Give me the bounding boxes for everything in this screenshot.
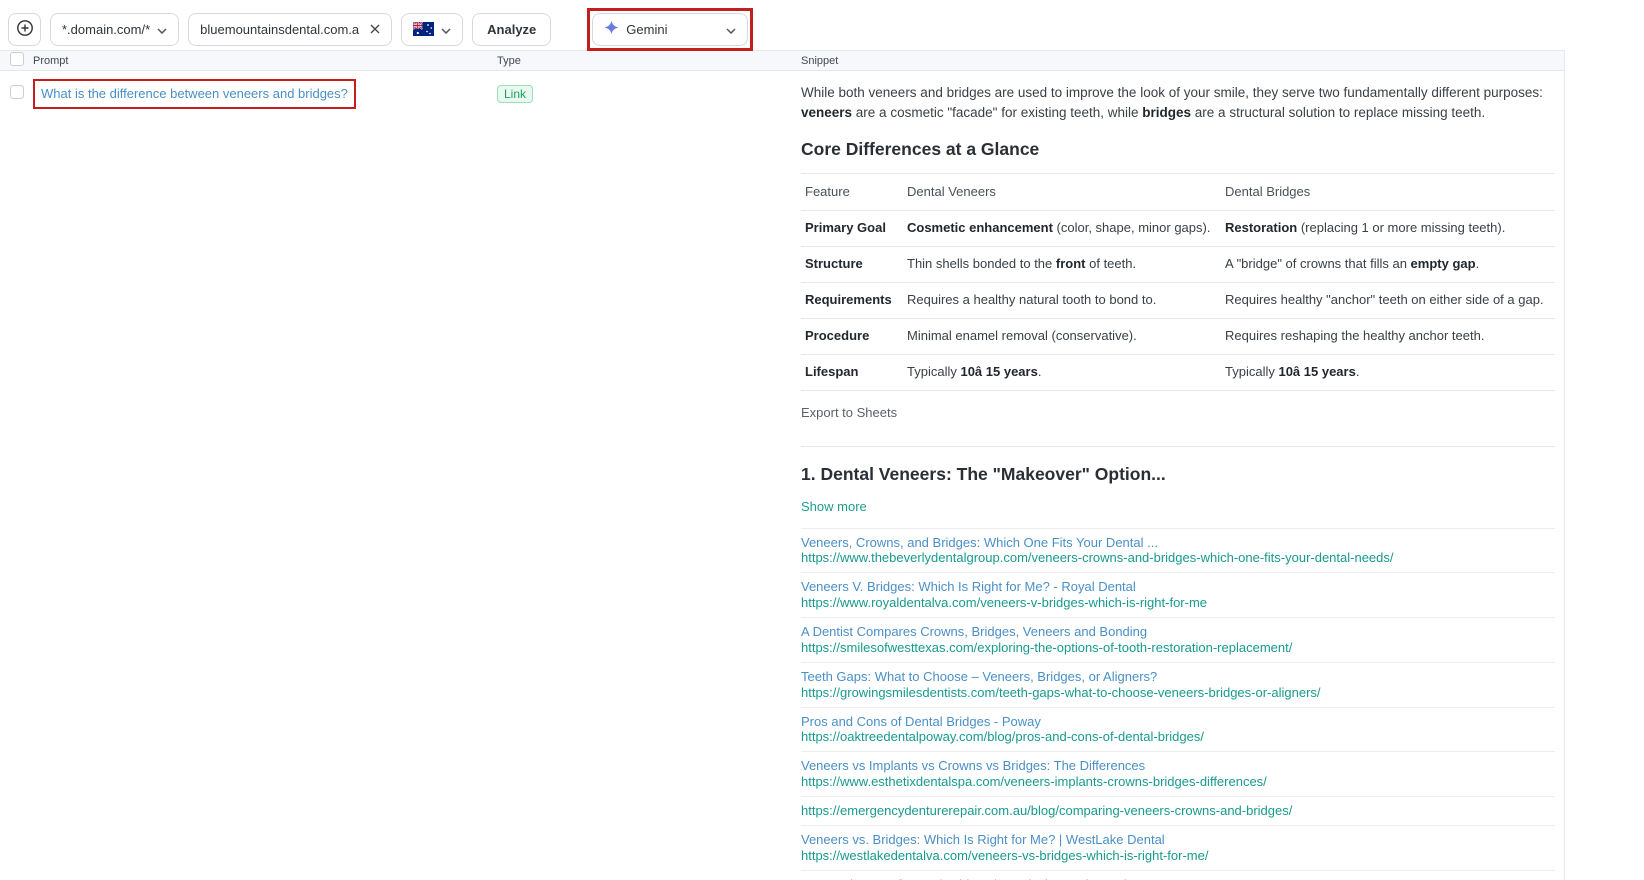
intro-bold: veneers xyxy=(801,104,853,120)
type-badge: Link xyxy=(497,85,534,103)
row-checkbox[interactable] xyxy=(10,85,24,99)
result-link-item: A Dentist Compares Crowns, Bridges, Vene… xyxy=(801,618,1555,663)
comparison-title: Core Differences at a Glance xyxy=(801,139,1040,160)
result-title-link[interactable]: Veneers vs. Bridges: Which Is Right for … xyxy=(801,832,1555,848)
result-title-link[interactable]: A Dentist Compares Crowns, Bridges, Vene… xyxy=(801,624,1555,640)
prompt-cell: What is the difference between veneers a… xyxy=(33,77,497,109)
analyze-button[interactable]: Analyze xyxy=(472,12,552,46)
prompt-link[interactable]: What is the difference between veneers a… xyxy=(41,86,348,101)
result-link-item: Pros and Cons of Dental Bridges | Dentis… xyxy=(801,871,1555,880)
feature-cell: Requirements xyxy=(805,292,892,308)
veneers-cell: Cosmetic enhancement (color, shape, mino… xyxy=(907,220,1211,236)
model-dropdown-annotation-box: Gemini xyxy=(587,7,754,51)
result-link-item: Pros and Cons of Dental Bridges - Poway … xyxy=(801,708,1555,753)
feature-cell: Structure xyxy=(805,256,863,272)
result-title-link[interactable]: Pros and Cons of Dental Bridges - Poway xyxy=(801,714,1555,730)
table-row: What is the difference between veneers a… xyxy=(0,71,1564,880)
result-link-item: Teeth Gaps: What to Choose – Veneers, Br… xyxy=(801,663,1555,708)
veneers-cell: Typically 10â 15 years. xyxy=(907,363,1042,379)
table-header-row: Prompt Type Snippet xyxy=(0,50,1564,71)
feature-cell: Procedure xyxy=(805,327,870,343)
plus-circle-icon xyxy=(16,19,34,40)
comparison-row: Procedure Minimal enamel removal (conser… xyxy=(801,319,1555,355)
section-heading: 1. Dental Veneers: The "Makeover" Option… xyxy=(801,464,1166,485)
result-title-link[interactable]: Pros and Cons of Dental Bridges | Dentis… xyxy=(801,877,1555,880)
snippet-cell: While both veneers and bridges are used … xyxy=(801,77,1564,880)
app-window: *.domain.com/* bluemountainsdental.com.a xyxy=(0,0,1644,880)
intro-text: are a structural solution to replace mis… xyxy=(1191,104,1486,120)
result-url-link[interactable]: https://emergencydenturerepair.com.au/bl… xyxy=(801,803,1555,819)
chevron-down-icon xyxy=(441,22,451,37)
source-links-list: Veneers, Crowns, and Bridges: Which One … xyxy=(801,527,1555,880)
snippet-intro: While both veneers and bridges are used … xyxy=(801,83,1555,122)
model-dropdown-value: Gemini xyxy=(626,21,668,37)
section-divider xyxy=(801,446,1555,448)
veneers-cell: Minimal enamel removal (conservative). xyxy=(907,327,1137,343)
prompt-annotation-box: What is the difference between veneers a… xyxy=(33,79,356,109)
comparison-header-row: Feature Dental Veneers Dental Bridges xyxy=(801,172,1555,212)
result-url-link[interactable]: https://westlakedentalva.com/veneers-vs-… xyxy=(801,848,1555,864)
result-title-link[interactable]: Veneers, Crowns, and Bridges: Which One … xyxy=(801,535,1555,551)
show-more-link[interactable]: Show more xyxy=(801,498,1555,517)
comparison-row: Structure Thin shells bonded to the fron… xyxy=(801,247,1555,284)
result-title-link[interactable]: Veneers V. Bridges: Which Is Right for M… xyxy=(801,579,1555,595)
intro-text: are a cosmetic "facade" for existing tee… xyxy=(852,104,1143,120)
australia-flag-icon xyxy=(412,21,435,36)
comparison-row: Requirements Requires a healthy natural … xyxy=(801,283,1555,319)
country-dropdown[interactable] xyxy=(401,12,464,46)
type-cell: Link xyxy=(497,77,801,103)
result-url-link[interactable]: https://oaktreedentalpoway.com/blog/pros… xyxy=(801,729,1555,745)
result-link-item: Veneers vs Implants vs Crowns vs Bridges… xyxy=(801,752,1555,797)
result-link-item: https://emergencydenturerepair.com.au/bl… xyxy=(801,797,1555,826)
intro-bold: bridges xyxy=(1142,104,1192,120)
export-to-sheets-link[interactable]: Export to Sheets xyxy=(801,404,1555,423)
toolbar: *.domain.com/* bluemountainsdental.com.a xyxy=(0,0,1644,51)
result-link-item: Veneers V. Bridges: Which Is Right for M… xyxy=(801,573,1555,619)
column-header-type: Type xyxy=(497,54,521,67)
model-dropdown[interactable]: Gemini xyxy=(592,12,749,46)
bridges-cell: Restoration (replacing 1 or more missing… xyxy=(1225,220,1506,236)
veneers-cell: Thin shells bonded to the front of teeth… xyxy=(907,256,1137,272)
comparison-header-feature: Feature xyxy=(805,183,850,199)
result-link-item: Veneers, Crowns, and Bridges: Which One … xyxy=(801,529,1555,574)
intro-text: While both veneers and bridges are used … xyxy=(801,85,1543,100)
comparison-header-veneers: Dental Veneers xyxy=(907,183,996,199)
veneers-cell: Requires a healthy natural tooth to bond… xyxy=(907,292,1157,308)
add-filter-button[interactable] xyxy=(8,12,41,46)
clear-input-icon[interactable] xyxy=(370,24,380,34)
results-table: Prompt Type Snippet What is the differen… xyxy=(0,50,1565,880)
column-header-snippet: Snippet xyxy=(801,54,839,67)
chevron-down-icon xyxy=(157,22,167,37)
result-url-link[interactable]: https://www.thebeverlydentalgroup.com/ve… xyxy=(801,550,1555,566)
site-input-value: bluemountainsdental.com.a xyxy=(200,21,360,37)
select-all-checkbox[interactable] xyxy=(10,52,24,66)
site-input[interactable]: bluemountainsdental.com.a xyxy=(188,12,393,46)
column-header-prompt: Prompt xyxy=(33,54,69,67)
bridges-cell: Requires healthy "anchor" teeth on eithe… xyxy=(1225,292,1544,308)
feature-cell: Lifespan xyxy=(805,363,859,379)
result-url-link[interactable]: https://growingsmilesdentists.com/teeth-… xyxy=(801,685,1555,701)
bridges-cell: A "bridge" of crowns that fills an empty… xyxy=(1225,256,1480,272)
chevron-down-icon xyxy=(726,22,736,37)
result-title-link[interactable]: Teeth Gaps: What to Choose – Veneers, Br… xyxy=(801,669,1555,685)
result-link-item: Veneers vs. Bridges: Which Is Right for … xyxy=(801,826,1555,871)
domain-filter-dropdown[interactable]: *.domain.com/* xyxy=(50,12,180,46)
result-title-link[interactable]: Veneers vs Implants vs Crowns vs Bridges… xyxy=(801,758,1555,774)
bridges-cell: Requires reshaping the healthy anchor te… xyxy=(1225,327,1485,343)
result-url-link[interactable]: https://smilesofwesttexas.com/exploring-… xyxy=(801,640,1555,656)
gemini-sparkle-icon xyxy=(604,20,619,38)
comparison-row: Primary Goal Cosmetic enhancement (color… xyxy=(801,211,1555,248)
result-url-link[interactable]: https://www.esthetixdentalspa.com/veneer… xyxy=(801,774,1555,790)
result-url-link[interactable]: https://www.royaldentalva.com/veneers-v-… xyxy=(801,595,1555,611)
bridges-cell: Typically 10â 15 years. xyxy=(1225,363,1360,379)
domain-filter-value: *.domain.com/* xyxy=(62,21,151,37)
comparison-header-bridges: Dental Bridges xyxy=(1225,183,1311,199)
feature-cell: Primary Goal xyxy=(805,220,886,236)
comparison-row: Lifespan Typically 10â 15 years. Typical… xyxy=(801,355,1555,391)
comparison-table: Feature Dental Veneers Dental Bridges Pr… xyxy=(801,172,1555,391)
